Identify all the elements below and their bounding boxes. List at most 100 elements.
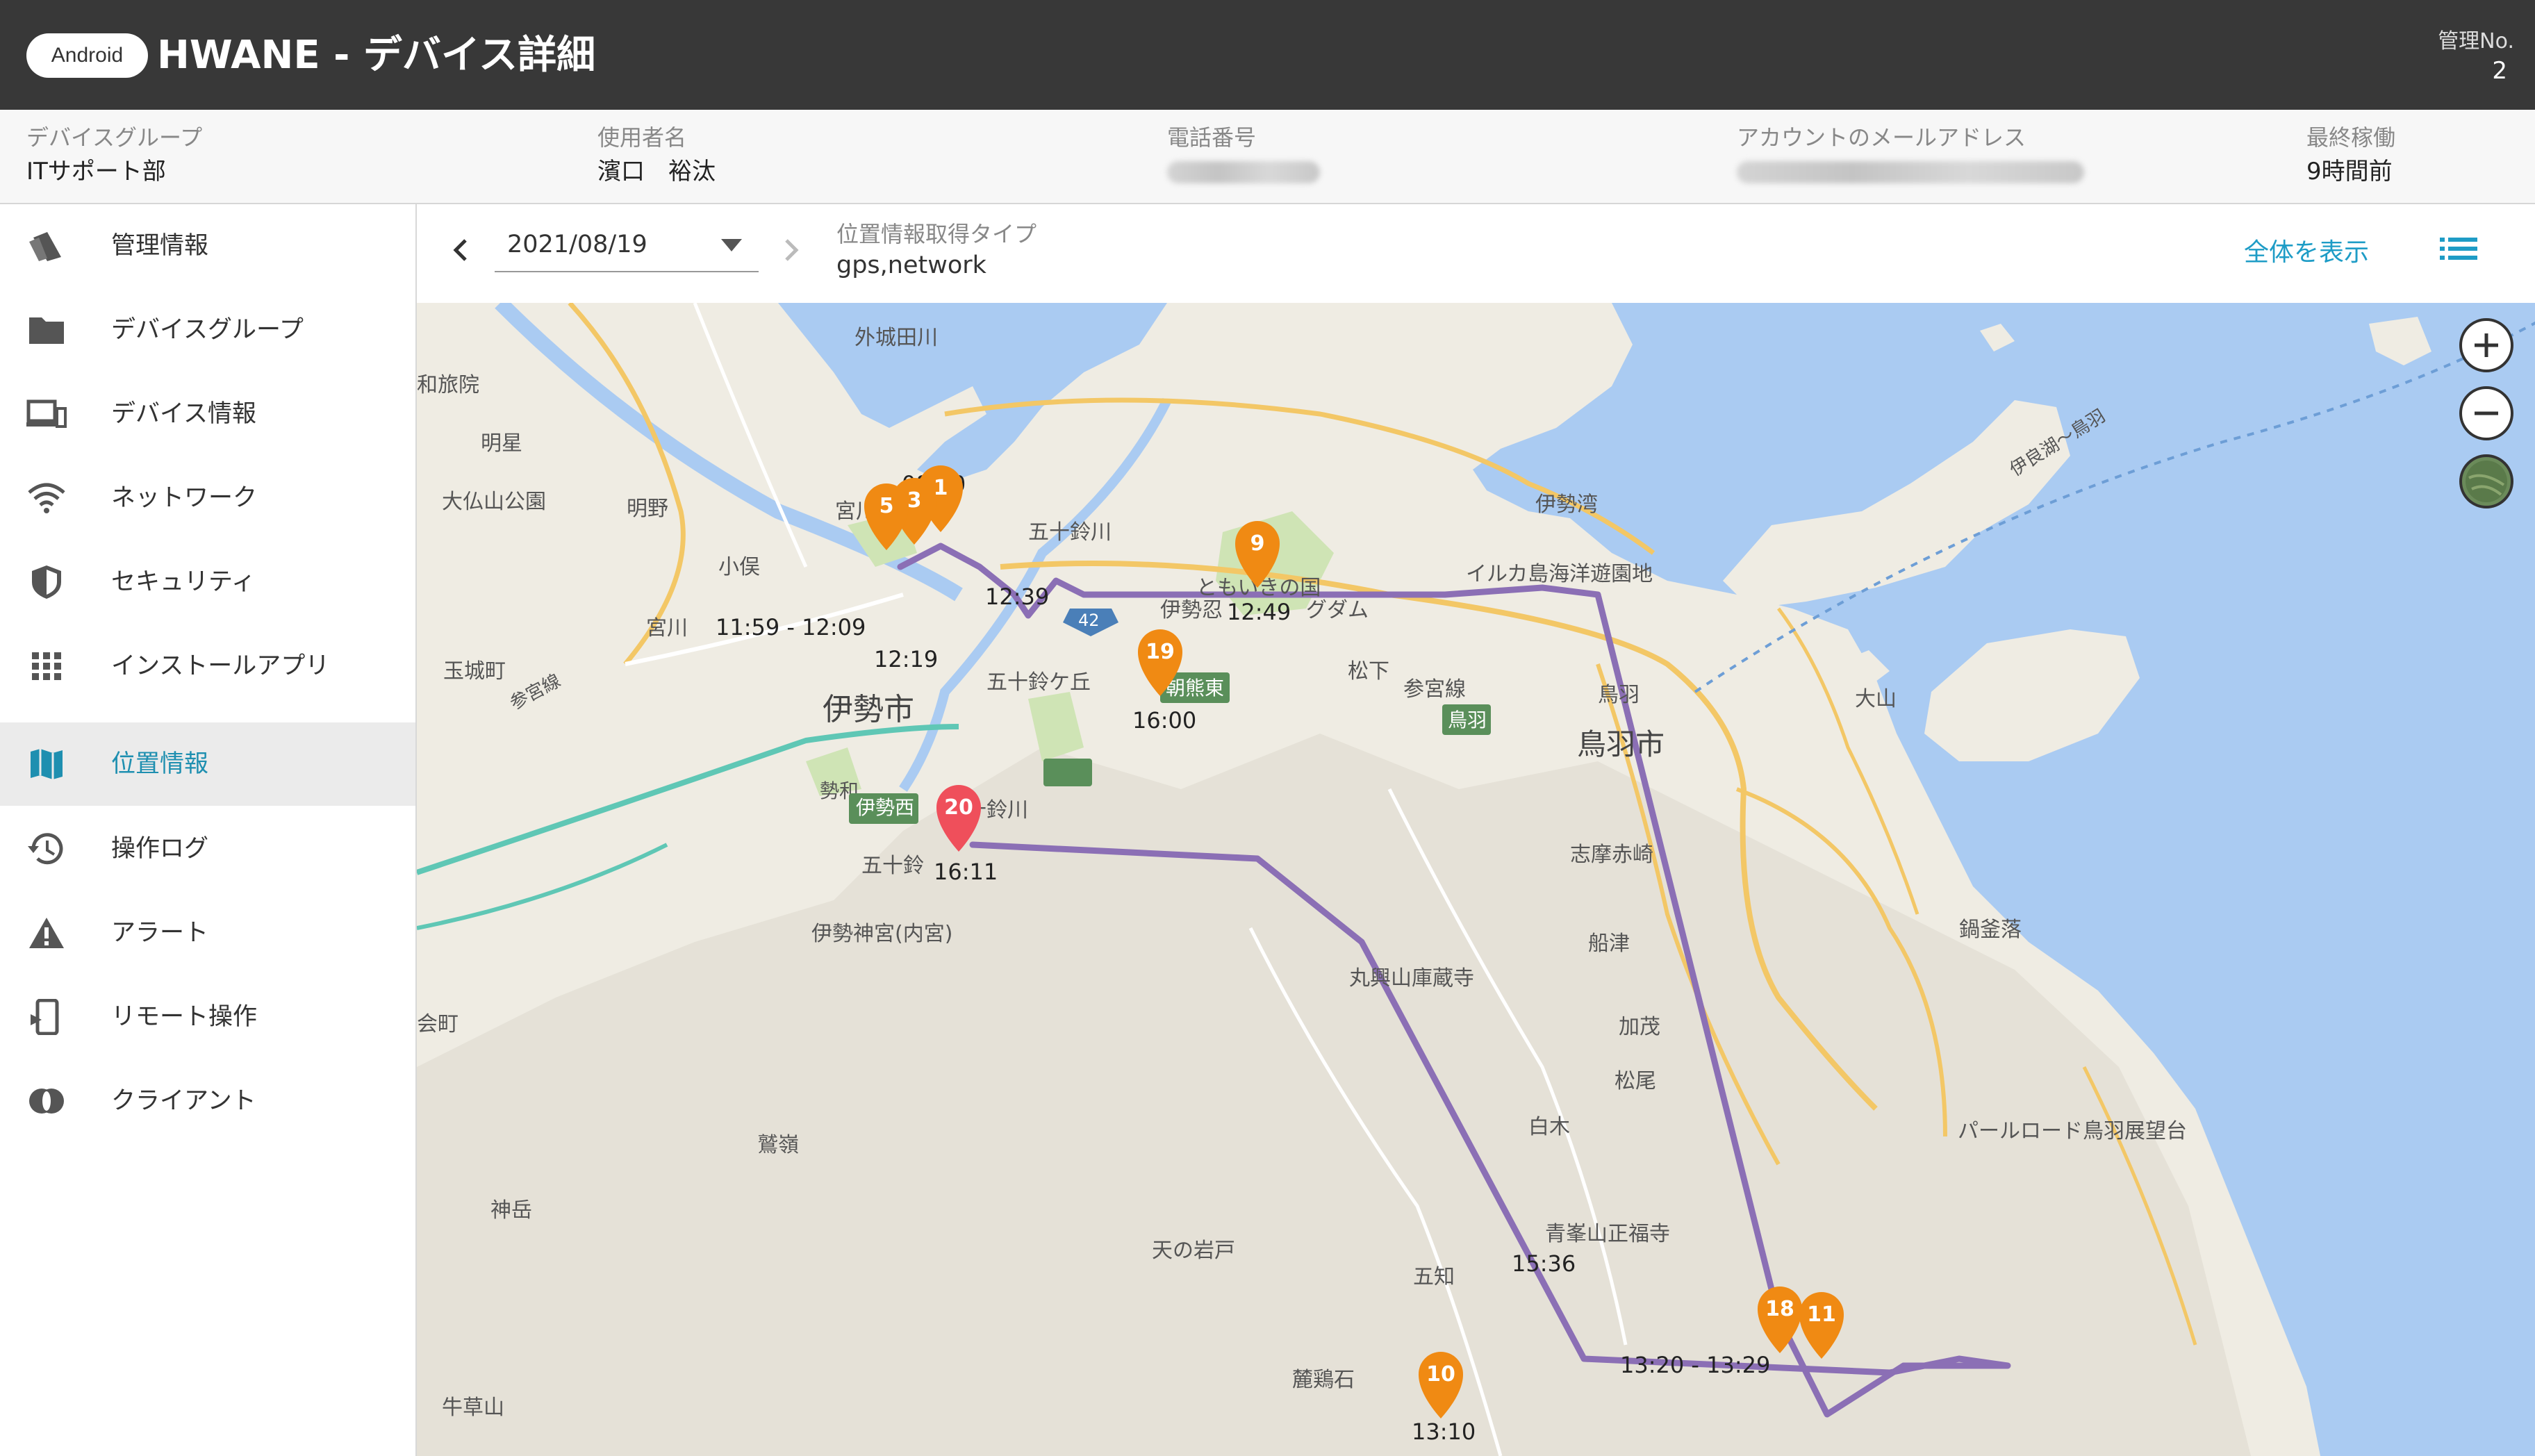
- place-label: 明野: [627, 497, 668, 521]
- place-label: パールロード鳥羽展望台: [1958, 1119, 2187, 1143]
- sidebar-item-location[interactable]: 位置情報: [0, 722, 415, 806]
- history-icon: [28, 833, 63, 865]
- location-type-value: gps,network: [836, 251, 986, 279]
- place-label: 大仏山公園: [442, 490, 546, 514]
- app-header: Android HWANE - デバイス詳細 管理No. 2: [0, 0, 2535, 110]
- sidebar-item-label: リモート操作: [111, 1003, 258, 1031]
- user-value: 濱口 裕汰: [597, 158, 716, 185]
- sidebar-item-label: セキュリティ: [111, 568, 256, 596]
- remote-device-icon: [31, 999, 59, 1035]
- mgmt-no-value: 2: [2492, 57, 2507, 85]
- road-label-overlay: 鳥羽: [1448, 709, 1487, 731]
- zoom-in-button[interactable]: [2459, 318, 2513, 372]
- sidebar-item-device-group[interactable]: デバイスグループ: [0, 288, 415, 372]
- place-label: 明星: [481, 431, 522, 456]
- sidebar-item-label: 位置情報: [111, 750, 209, 778]
- zoom-out-button[interactable]: [2459, 386, 2513, 440]
- email-redacted: [1737, 161, 2084, 183]
- place-label: 宮川: [646, 616, 688, 640]
- place-label: 麓鶏石: [1292, 1368, 1355, 1392]
- device-group-label: デバイスグループ: [26, 124, 203, 151]
- place-label: 天の岩戸: [1152, 1239, 1235, 1263]
- time-label: 13:10: [1412, 1418, 1476, 1445]
- sidebar-item-network[interactable]: ネットワーク: [0, 456, 415, 540]
- sidebar-item-label: インストールアプリ: [111, 652, 330, 680]
- sidebar-item-label: 操作ログ: [111, 835, 209, 863]
- satellite-toggle-button[interactable]: [2459, 454, 2513, 508]
- place-label: 松下: [1348, 659, 1389, 684]
- map-icon: [31, 749, 63, 779]
- apps-grid-icon: [32, 652, 61, 680]
- place-label: 白木: [1528, 1115, 1570, 1139]
- sidebar-item-security[interactable]: セキュリティ: [0, 540, 415, 624]
- time-label: 15:36: [1512, 1250, 1576, 1277]
- chevron-right-icon[interactable]: [775, 235, 806, 265]
- device-group-value: ITサポート部: [26, 158, 166, 185]
- tag-icon: [29, 232, 61, 261]
- svg-text:18: 18: [1765, 1297, 1794, 1321]
- road-label-overlay: 伊勢西: [856, 796, 914, 819]
- warning-icon: [29, 918, 64, 948]
- map-canvas[interactable]: 外城田川 和旅院 明星 大仏山公園 明野 宮川 小俣 宮川 玉城町 参宮線 伊勢…: [417, 303, 2535, 1456]
- user-field: 使用者名 濱口 裕汰: [597, 122, 716, 190]
- city-label: 伊勢市: [823, 692, 914, 727]
- location-type-label: 位置情報取得タイプ: [836, 221, 1037, 247]
- sidebar-item-label: 管理情報: [111, 232, 209, 260]
- island-sugashima: [1924, 629, 2140, 761]
- place-label: 小俣: [718, 555, 760, 579]
- device-info-strip: デバイスグループ ITサポート部 使用者名 濱口 裕汰 電話番号 アカウントのメ…: [0, 110, 2535, 204]
- dropdown-arrow-icon: [721, 239, 742, 251]
- place-label: 神岳: [490, 1198, 532, 1223]
- location-map[interactable]: 外城田川 和旅院 明星 大仏山公園 明野 宮川 小俣 宮川 玉城町 参宮線 伊勢…: [417, 303, 2535, 1456]
- place-label: 牛草山: [442, 1396, 504, 1420]
- svg-text:9: 9: [1250, 531, 1265, 556]
- sidebar-item-operation-log[interactable]: 操作ログ: [0, 807, 415, 891]
- svg-text:11: 11: [1807, 1302, 1836, 1327]
- satellite-icon: [2466, 461, 2507, 502]
- place-label: 伊勢湾: [1535, 493, 1598, 517]
- time-label: 12:39: [985, 584, 1049, 610]
- wifi-icon: [28, 483, 65, 513]
- island-small-2: [2369, 317, 2431, 365]
- plus-icon: [2475, 333, 2498, 357]
- chevron-left-icon[interactable]: [446, 235, 477, 265]
- place-label: 外城田川: [854, 326, 938, 350]
- place-label: グダム: [1306, 598, 1369, 622]
- island-toshijima: [1723, 400, 2070, 609]
- date-select[interactable]: 2021/08/19: [495, 224, 759, 272]
- time-label: 11:59 - 12:09: [716, 614, 866, 640]
- place-label: 鍋釜落: [1959, 918, 2022, 942]
- os-badge: Android: [26, 33, 148, 78]
- sidebar-item-management[interactable]: 管理情報: [0, 204, 415, 288]
- email-field: アカウントのメールアドレス: [1737, 122, 2084, 186]
- svg-text:19: 19: [1146, 640, 1175, 664]
- device-group-field: デバイスグループ ITサポート部: [26, 122, 202, 190]
- list-icon[interactable]: [2438, 232, 2479, 265]
- date-value: 2021/08/19: [507, 231, 647, 258]
- user-label: 使用者名: [597, 124, 687, 151]
- email-label: アカウントのメールアドレス: [1737, 124, 2026, 151]
- svg-text:10: 10: [1426, 1362, 1455, 1387]
- sidebar-item-installed-apps[interactable]: インストールアプリ: [0, 624, 415, 708]
- road-label-overlay: 朝熊東: [1166, 677, 1224, 700]
- devices-icon: [26, 399, 67, 428]
- place-label: 鷲嶺: [757, 1133, 799, 1157]
- city-label: 鳥羽市: [1577, 727, 1665, 761]
- sidebar-item-client[interactable]: クライアント: [0, 1059, 415, 1143]
- place-label: 五十鈴: [861, 854, 924, 878]
- place-label: 大山: [1855, 687, 1897, 711]
- time-label: 16:11: [934, 859, 998, 885]
- sidebar-item-device-info[interactable]: デバイス情報: [0, 372, 415, 456]
- place-label: 丸興山庫蔵寺: [1349, 966, 1474, 991]
- last-active-value: 9時間前: [2306, 158, 2393, 185]
- place-label: 会町: [417, 1012, 459, 1036]
- island-small-3: [1980, 324, 2015, 351]
- show-all-button[interactable]: 全体を表示: [2244, 232, 2369, 268]
- sidebar-item-alert[interactable]: アラート: [0, 891, 415, 975]
- place-label: 玉城町: [443, 659, 506, 684]
- sidebar-item-label: クライアント: [111, 1087, 256, 1115]
- sidebar-item-remote-operation[interactable]: リモート操作: [0, 975, 415, 1059]
- svg-text:20: 20: [944, 795, 973, 820]
- folder-icon: [29, 317, 64, 344]
- svg-text:5: 5: [880, 494, 894, 518]
